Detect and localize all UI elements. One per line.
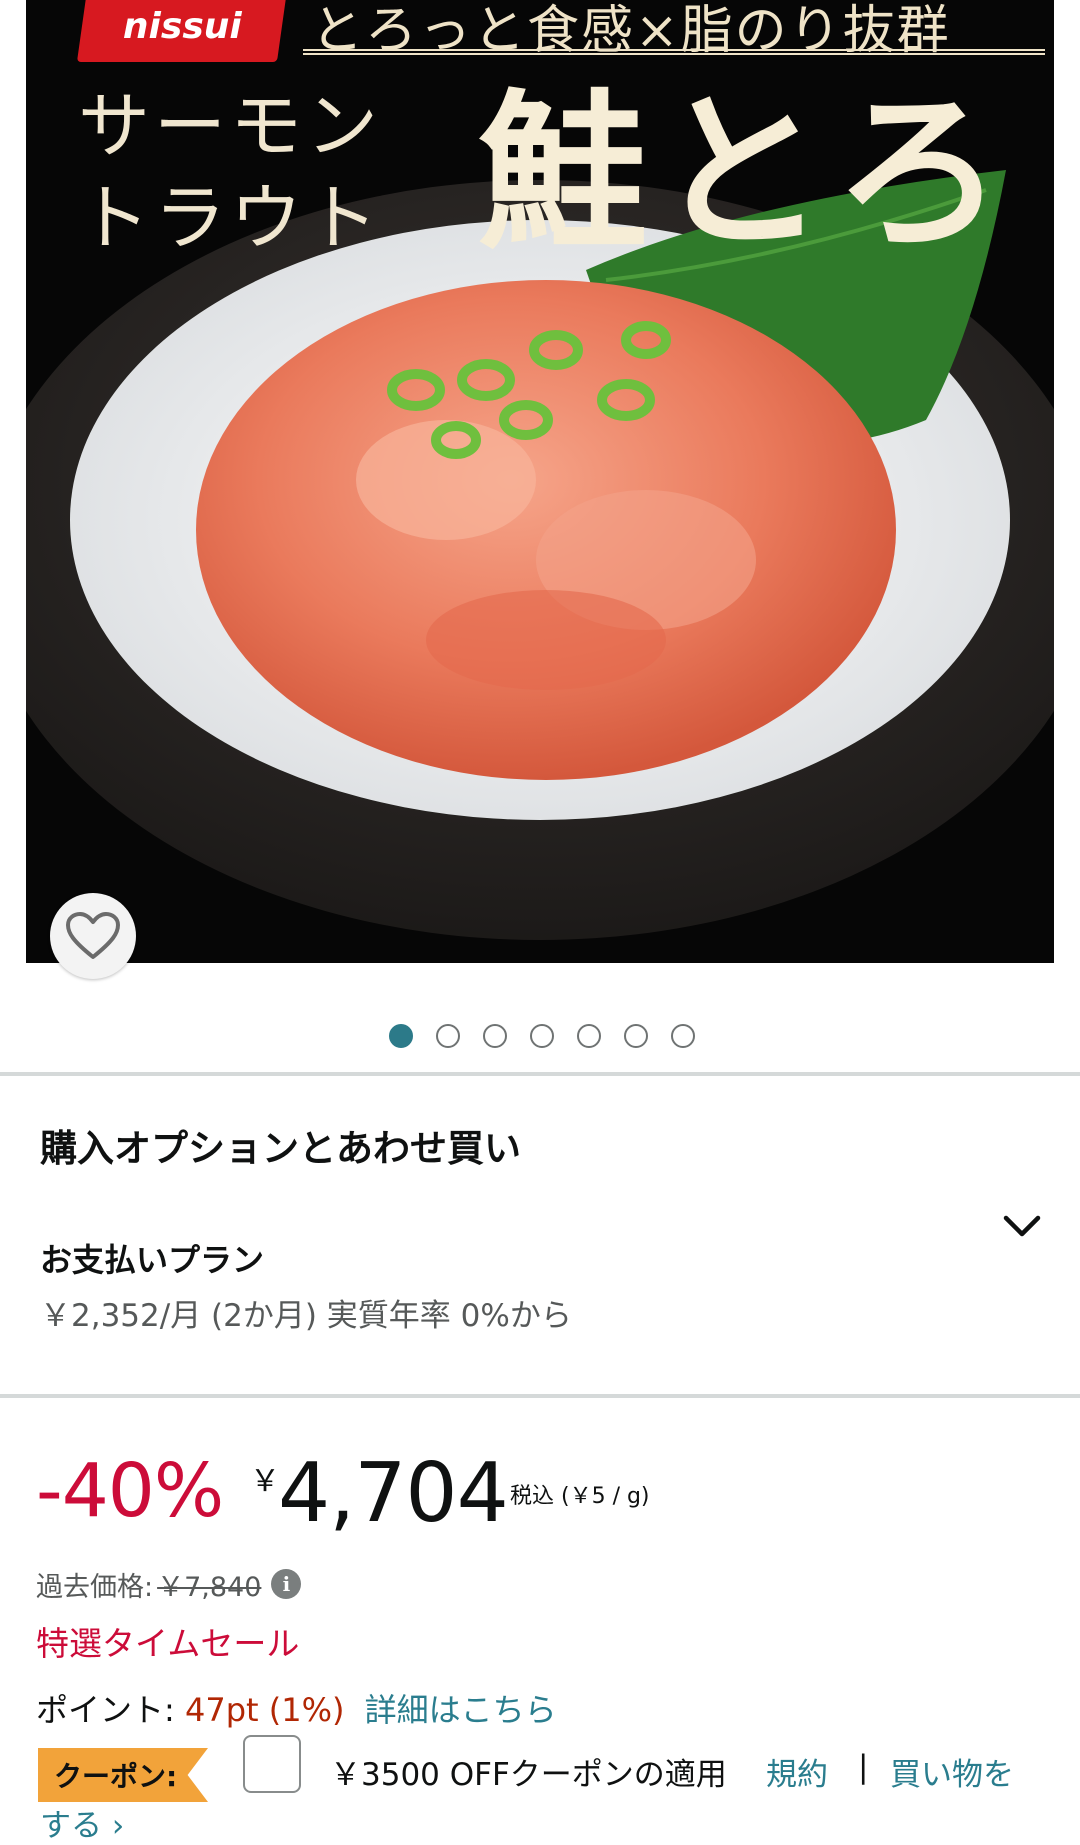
image-tagline: とろっと食感×脂のり抜群 <box>311 1 951 61</box>
coupon-text[interactable]: ￥3500 OFFクーポンの適用 <box>330 1749 727 1794</box>
coupon-checkbox[interactable] <box>243 1735 301 1793</box>
past-price: 過去価格: ￥7,840 i <box>36 1566 302 1603</box>
brand-logo-text: nissui <box>122 5 242 47</box>
info-icon[interactable]: i <box>271 1569 302 1599</box>
currency-symbol: ￥ <box>250 1464 280 1499</box>
tax-unit-price: 税込 (￥5 / g) <box>510 1484 650 1509</box>
coupon-shop-link-continued[interactable]: する › <box>40 1800 124 1845</box>
carousel-dot[interactable] <box>482 1024 507 1048</box>
section-divider <box>0 1394 1080 1398</box>
image-title: 鮭とろ <box>478 73 1013 273</box>
favorite-button[interactable] <box>50 893 136 979</box>
points-percent: (1%) <box>268 1691 345 1729</box>
price-amount: 4,704 <box>278 1446 509 1541</box>
deal-badge: 特選タイムセール <box>36 1624 300 1663</box>
carousel-dot[interactable] <box>388 1024 413 1048</box>
product-image[interactable]: nissui とろっと食感×脂のり抜群 サーモン トラウト 鮭とろ <box>26 0 1054 963</box>
points-details-link[interactable]: 詳細はこちら <box>365 1691 557 1729</box>
points-row: ポイント: 47pt (1%) 詳細はこちら <box>36 1685 557 1731</box>
coupon-shop-link[interactable]: 買い物を <box>890 1749 1014 1794</box>
image-subtitle-line1: サーモン <box>78 84 383 168</box>
section-divider <box>0 1072 1080 1076</box>
image-carousel-dots <box>0 1024 1080 1048</box>
coupon-terms-link[interactable]: 規約 <box>766 1749 828 1794</box>
carousel-dot[interactable] <box>529 1024 554 1048</box>
brand-logo: nissui <box>76 0 288 62</box>
carousel-dot[interactable] <box>435 1024 460 1048</box>
past-price-label: 過去価格: <box>36 1571 154 1603</box>
carousel-dot[interactable] <box>623 1024 648 1048</box>
tagline-rule <box>303 49 1045 55</box>
carousel-dot[interactable] <box>670 1024 695 1048</box>
points-value: 47pt <box>184 1691 259 1729</box>
payment-plan-value: ￥2,352/月 (2か月) 実質年率 0%から <box>40 1298 572 1334</box>
image-subtitle: サーモン トラウト <box>78 80 498 264</box>
coupon-badge: クーポン: <box>38 1748 208 1802</box>
coupon-separator: | <box>858 1749 869 1785</box>
discount-percent: -40% <box>36 1448 224 1534</box>
heart-outline-icon <box>66 912 120 959</box>
points-label: ポイント: <box>36 1691 185 1729</box>
past-price-value: ￥7,840 <box>157 1571 262 1603</box>
payment-plan-label: お支払いプラン <box>40 1241 265 1279</box>
carousel-dot[interactable] <box>576 1024 601 1048</box>
image-subtitle-line2: トラウト <box>78 176 383 260</box>
purchase-options-title: 購入オプションとあわせ買い <box>40 1127 521 1170</box>
chevron-down-icon[interactable] <box>1000 1208 1044 1244</box>
